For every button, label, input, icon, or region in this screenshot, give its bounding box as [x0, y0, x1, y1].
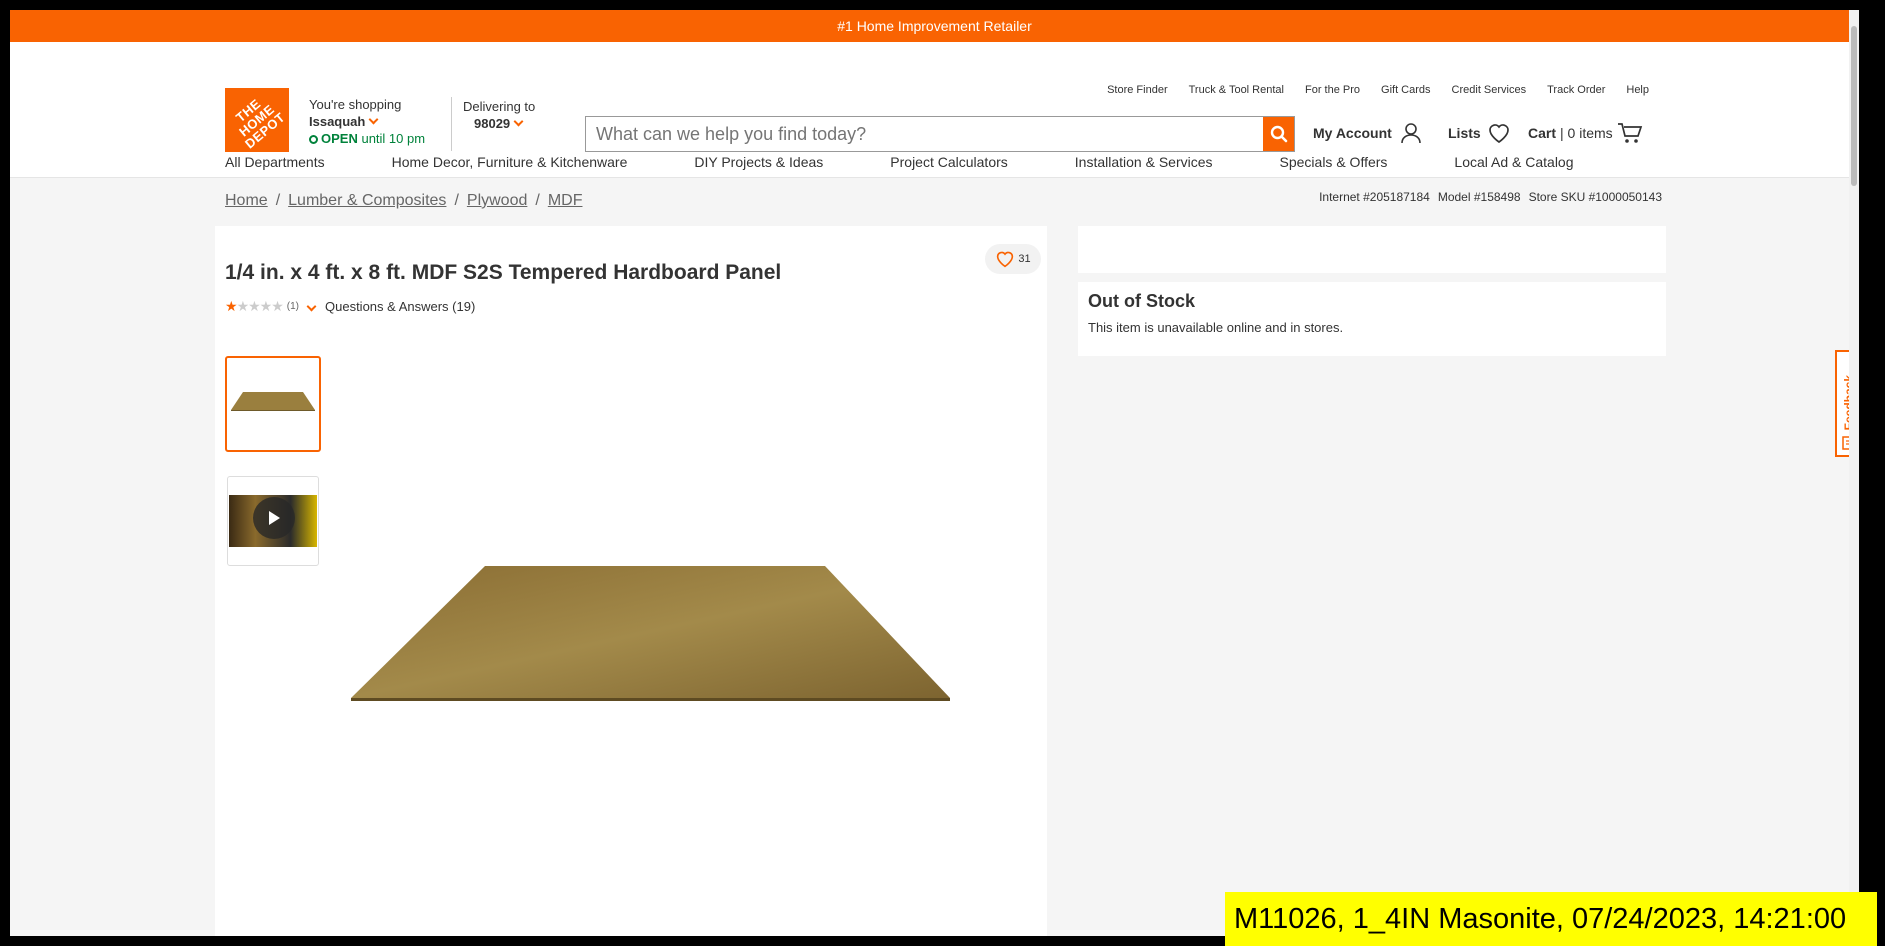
- site-header: THE HOME DEPOT You're shopping Issaquah OP…: [10, 42, 1859, 178]
- nav-home-decor[interactable]: Home Decor, Furniture & Kitchenware: [392, 154, 628, 170]
- delivery-zip: 98029: [474, 116, 511, 131]
- review-count[interactable]: (1): [287, 301, 299, 312]
- chevron-down-icon: [513, 116, 524, 127]
- nav-project-calculators[interactable]: Project Calculators: [890, 154, 1008, 170]
- breadcrumb-home[interactable]: Home: [225, 192, 268, 209]
- util-link-help[interactable]: Help: [1626, 84, 1649, 96]
- product-media-card: 1/4 in. x 4 ft. x 8 ft. MDF S2S Tempered…: [215, 226, 1047, 936]
- promo-banner[interactable]: #1 Home Improvement Retailer: [10, 10, 1859, 42]
- util-link-track-order[interactable]: Track Order: [1547, 84, 1605, 96]
- search-icon: [1270, 125, 1287, 143]
- heart-icon: [997, 251, 1014, 268]
- breadcrumb: Home / Lumber & Composites / Plywood / MDF: [225, 192, 583, 209]
- model-number: Model #158498: [1437, 190, 1521, 204]
- nav-local-ad-catalog[interactable]: Local Ad & Catalog: [1454, 154, 1573, 170]
- play-icon: [253, 497, 295, 539]
- main-nav: All Departments Home Decor, Furniture & …: [225, 154, 1641, 170]
- store-selector[interactable]: You're shopping Issaquah OPEN until 10 p…: [309, 96, 425, 147]
- lists-label: Lists: [1448, 125, 1481, 141]
- heart-icon: [1488, 124, 1509, 144]
- utility-links: Store Finder Truck & Tool Rental For the…: [1107, 84, 1649, 96]
- panel-thumbnail-image: [231, 392, 315, 411]
- scrollbar-thumb[interactable]: [1851, 26, 1857, 186]
- chevron-down-icon: [368, 114, 379, 125]
- product-main-image[interactable]: [345, 556, 965, 706]
- util-link-credit-services[interactable]: Credit Services: [1452, 84, 1527, 96]
- product-title: 1/4 in. x 4 ft. x 8 ft. MDF S2S Tempered…: [225, 261, 782, 284]
- browser-page: #1 Home Improvement Retailer THE HOME DEPO…: [10, 10, 1859, 936]
- header-divider: [451, 97, 452, 151]
- cart-button[interactable]: Cart | 0 items: [1528, 122, 1643, 144]
- nav-diy-projects[interactable]: DIY Projects & Ideas: [694, 154, 823, 170]
- home-depot-logo[interactable]: THE HOME DEPOT: [225, 88, 289, 152]
- store-status: OPEN: [321, 131, 358, 146]
- search-input[interactable]: [586, 117, 1263, 151]
- product-ids: Internet #205187184 Model #158498 Store …: [1319, 190, 1662, 204]
- cart-label: Cart: [1528, 125, 1557, 141]
- video-timestamp-caption: M11026, 1_4IN Masonite, 07/24/2023, 14:2…: [1225, 892, 1877, 946]
- my-account-button[interactable]: My Account: [1313, 122, 1422, 144]
- user-icon: [1401, 123, 1421, 144]
- star-rating[interactable]: ★★★★★: [225, 298, 284, 315]
- util-link-truck-tool-rental[interactable]: Truck & Tool Rental: [1189, 84, 1284, 96]
- store-name: Issaquah: [309, 114, 366, 129]
- search-bar: [585, 116, 1295, 152]
- delivery-label: Delivering to: [463, 99, 536, 114]
- page-scrollbar[interactable]: [1849, 10, 1859, 936]
- my-account-label: My Account: [1313, 125, 1392, 141]
- breadcrumb-lumber[interactable]: Lumber & Composites: [288, 192, 446, 209]
- thumbnail-video[interactable]: [227, 476, 319, 566]
- store-sku: Store SKU #1000050143: [1528, 190, 1662, 204]
- star-empty-icon: ★★★★: [236, 298, 284, 314]
- util-link-store-finder[interactable]: Store Finder: [1107, 84, 1168, 96]
- availability-message: This item is unavailable online and in s…: [1088, 320, 1344, 335]
- util-link-for-the-pro[interactable]: For the Pro: [1305, 84, 1360, 96]
- util-link-gift-cards[interactable]: Gift Cards: [1381, 84, 1431, 96]
- questions-answers-link[interactable]: Questions & Answers (19): [325, 299, 475, 314]
- breadcrumb-plywood[interactable]: Plywood: [467, 192, 527, 209]
- availability-card: Out of Stock This item is unavailable on…: [1078, 282, 1666, 356]
- logo-text: THE HOME DEPOT: [233, 95, 289, 151]
- star-filled-icon: ★: [225, 298, 238, 314]
- delivery-zip-selector[interactable]: Delivering to 98029: [463, 98, 535, 132]
- availability-title: Out of Stock: [1088, 291, 1195, 311]
- thumbnail-image-selected[interactable]: [225, 356, 321, 452]
- cart-icon: [1617, 123, 1642, 143]
- favorites-count: 31: [1018, 253, 1031, 265]
- store-hours: until 10 pm: [361, 131, 426, 146]
- cart-count: | 0 items: [1560, 125, 1613, 141]
- chevron-down-icon[interactable]: [306, 301, 317, 312]
- nav-all-departments[interactable]: All Departments: [225, 154, 325, 170]
- breadcrumb-mdf[interactable]: MDF: [548, 192, 583, 209]
- favorite-button[interactable]: 31: [985, 244, 1041, 274]
- nav-specials-offers[interactable]: Specials & Offers: [1280, 154, 1388, 170]
- store-label: You're shopping: [309, 97, 402, 112]
- open-status-icon: [309, 135, 318, 144]
- internet-number: Internet #205187184: [1319, 190, 1430, 204]
- buybox-top: [1078, 226, 1666, 273]
- nav-installation-services[interactable]: Installation & Services: [1075, 154, 1213, 170]
- lists-button[interactable]: Lists: [1448, 122, 1511, 144]
- search-button[interactable]: [1263, 117, 1294, 151]
- rating-row: ★★★★★ (1) Questions & Answers (19): [225, 298, 475, 315]
